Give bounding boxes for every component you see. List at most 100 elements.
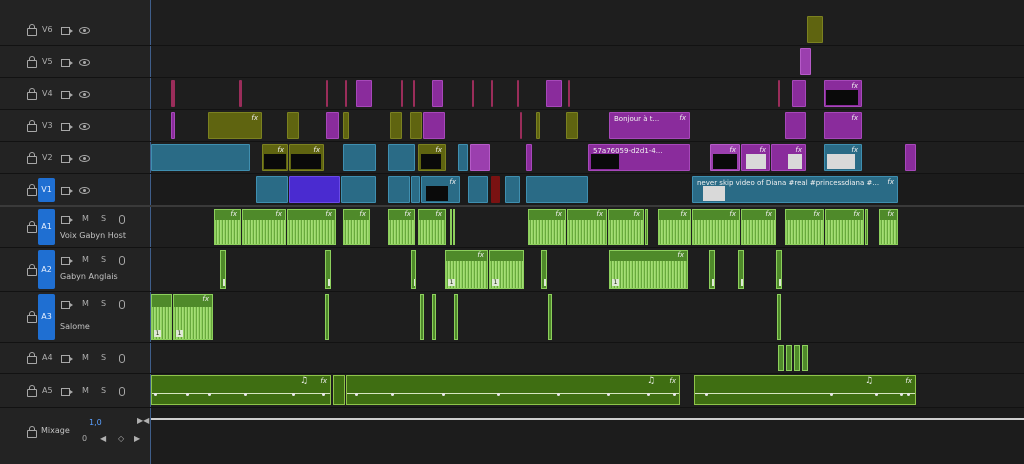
- sync-lock-icon[interactable]: [61, 91, 73, 99]
- sync-lock-icon[interactable]: [61, 187, 73, 195]
- volume-keyframe[interactable]: [355, 393, 358, 396]
- video-clip[interactable]: fx: [289, 144, 324, 171]
- lock-icon[interactable]: [27, 311, 37, 323]
- audio-clip[interactable]: 1: [776, 250, 782, 289]
- lock-icon[interactable]: [27, 24, 37, 36]
- music-clip[interactable]: ♫ fx: [346, 375, 680, 405]
- audio-clip[interactable]: 1: [151, 294, 172, 340]
- video-clip[interactable]: [413, 80, 415, 107]
- microphone-icon[interactable]: [119, 300, 125, 309]
- sync-lock-icon[interactable]: [61, 59, 73, 67]
- video-clip[interactable]: [458, 144, 468, 171]
- next-keyframe-icon[interactable]: ▶: [134, 434, 140, 443]
- audio-clip[interactable]: 1: [541, 250, 547, 289]
- volume-keyframe[interactable]: [244, 393, 247, 396]
- sync-lock-icon[interactable]: [61, 301, 73, 309]
- video-clip[interactable]: Bonjour à t... fx: [609, 112, 690, 139]
- lock-icon[interactable]: [27, 120, 37, 132]
- lock-icon[interactable]: [27, 88, 37, 100]
- lock-icon[interactable]: [27, 221, 37, 233]
- volume-rubberband[interactable]: [695, 392, 915, 394]
- video-clip[interactable]: [343, 144, 376, 171]
- sync-lock-icon[interactable]: [61, 257, 73, 265]
- audio-clip[interactable]: fx: [567, 209, 607, 245]
- lock-icon[interactable]: [27, 56, 37, 68]
- eye-icon[interactable]: [79, 155, 90, 162]
- video-clip[interactable]: [792, 80, 806, 107]
- sync-lock-icon[interactable]: [61, 155, 73, 163]
- video-clip[interactable]: [905, 144, 916, 171]
- audio-clip[interactable]: fx: [214, 209, 241, 245]
- video-clip[interactable]: [536, 112, 540, 139]
- mute-button[interactable]: M: [82, 255, 89, 264]
- audio-clip[interactable]: 1: [454, 294, 458, 340]
- mute-button[interactable]: M: [82, 299, 89, 308]
- audio-clip[interactable]: fx: [658, 209, 691, 245]
- video-clip[interactable]: [239, 80, 242, 107]
- eye-icon[interactable]: [79, 123, 90, 130]
- microphone-icon[interactable]: [119, 354, 125, 363]
- audio-clip[interactable]: 1: [548, 294, 552, 340]
- video-clip[interactable]: fx: [421, 176, 460, 203]
- lock-icon[interactable]: [27, 426, 37, 438]
- video-clip[interactable]: [505, 176, 520, 203]
- track-target-v1[interactable]: V1: [38, 178, 55, 202]
- video-clip[interactable]: [472, 80, 474, 107]
- solo-button[interactable]: S: [101, 214, 106, 223]
- video-clip[interactable]: [807, 16, 823, 43]
- video-clip[interactable]: [388, 176, 410, 203]
- solo-button[interactable]: S: [101, 255, 106, 264]
- video-clip[interactable]: [546, 80, 562, 107]
- video-clip[interactable]: [151, 144, 250, 171]
- mute-button[interactable]: M: [82, 214, 89, 223]
- audio-clip[interactable]: 1: [709, 250, 715, 289]
- video-clip[interactable]: [341, 176, 376, 203]
- audio-clip[interactable]: fx: [825, 209, 864, 245]
- video-clip[interactable]: [326, 80, 328, 107]
- video-clip[interactable]: fx: [710, 144, 740, 171]
- audio-clip[interactable]: fx: [528, 209, 566, 245]
- music-clip[interactable]: ♫ fx: [694, 375, 916, 405]
- video-clip[interactable]: fx: [771, 144, 806, 171]
- volume-keyframe[interactable]: [875, 393, 878, 396]
- audio-clip[interactable]: fx 1: [445, 250, 488, 289]
- video-clip[interactable]: [390, 112, 402, 139]
- video-clip[interactable]: [326, 112, 339, 139]
- video-clip[interactable]: [517, 80, 519, 107]
- mute-button[interactable]: M: [82, 353, 89, 362]
- video-clip[interactable]: [388, 144, 415, 171]
- video-clip[interactable]: [356, 80, 372, 107]
- audio-clip[interactable]: 1: [325, 250, 331, 289]
- video-clip[interactable]: [410, 112, 422, 139]
- mix-value[interactable]: 1,0: [89, 418, 102, 427]
- audio-clip[interactable]: [794, 345, 800, 371]
- volume-keyframe[interactable]: [900, 393, 903, 396]
- lock-icon[interactable]: [27, 184, 37, 196]
- audio-clip[interactable]: fx: [388, 209, 415, 245]
- music-clip-gap[interactable]: [333, 375, 345, 405]
- audio-clip[interactable]: fx: [343, 209, 370, 245]
- lock-icon[interactable]: [27, 352, 37, 364]
- video-clip[interactable]: fx: [824, 80, 862, 107]
- video-clip[interactable]: fx: [741, 144, 770, 171]
- solo-button[interactable]: S: [101, 299, 106, 308]
- video-clip[interactable]: [566, 112, 578, 139]
- solo-button[interactable]: S: [101, 386, 106, 395]
- video-clip[interactable]: fx: [824, 112, 862, 139]
- prev-keyframe-icon[interactable]: ◀: [100, 434, 106, 443]
- volume-rubberband[interactable]: [152, 392, 330, 394]
- video-clip[interactable]: [343, 112, 349, 139]
- solo-button[interactable]: S: [101, 353, 106, 362]
- audio-clip[interactable]: 1: [777, 294, 781, 340]
- volume-keyframe[interactable]: [673, 393, 676, 396]
- video-clip[interactable]: [468, 176, 488, 203]
- video-clip[interactable]: [526, 144, 532, 171]
- eye-icon[interactable]: [79, 187, 90, 194]
- video-clip[interactable]: [287, 112, 299, 139]
- video-clip[interactable]: [256, 176, 288, 203]
- audio-clip[interactable]: fx 1: [173, 294, 213, 340]
- volume-keyframe[interactable]: [497, 393, 500, 396]
- audio-clip[interactable]: fx: [287, 209, 336, 245]
- volume-keyframe[interactable]: [557, 393, 560, 396]
- audio-clip[interactable]: 1: [489, 250, 524, 289]
